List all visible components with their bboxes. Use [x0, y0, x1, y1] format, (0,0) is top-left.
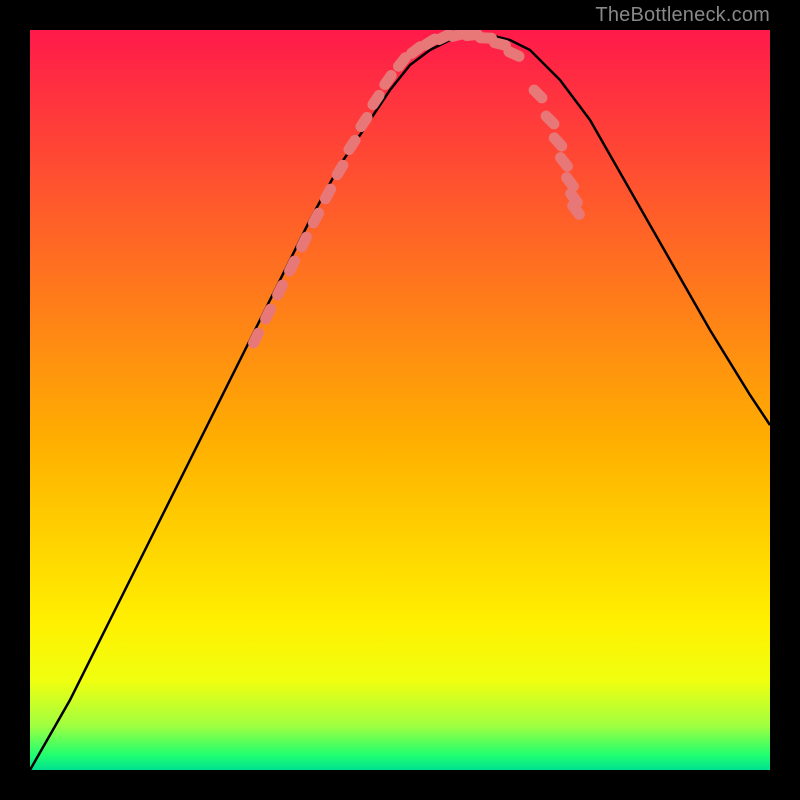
marker-group: [246, 30, 587, 350]
curve-marker: [270, 278, 290, 303]
curve-marker: [258, 302, 278, 327]
curve-marker: [294, 230, 314, 255]
curve-marker: [318, 182, 338, 207]
chart-svg: [30, 30, 770, 770]
plot-gradient-area: [30, 30, 770, 770]
curve-marker: [553, 150, 575, 174]
watermark-text: TheBottleneck.com: [595, 4, 770, 27]
curve-marker: [353, 110, 374, 134]
curve-marker: [565, 198, 587, 222]
curve-marker: [306, 206, 326, 231]
curve-marker: [547, 130, 570, 154]
chart-frame: TheBottleneck.com: [0, 0, 800, 800]
curve-marker: [538, 108, 561, 131]
curve-marker: [246, 326, 266, 351]
curve-marker: [526, 82, 549, 105]
curve-marker: [282, 254, 302, 279]
curve-marker: [377, 68, 399, 92]
bottleneck-curve: [30, 35, 770, 770]
